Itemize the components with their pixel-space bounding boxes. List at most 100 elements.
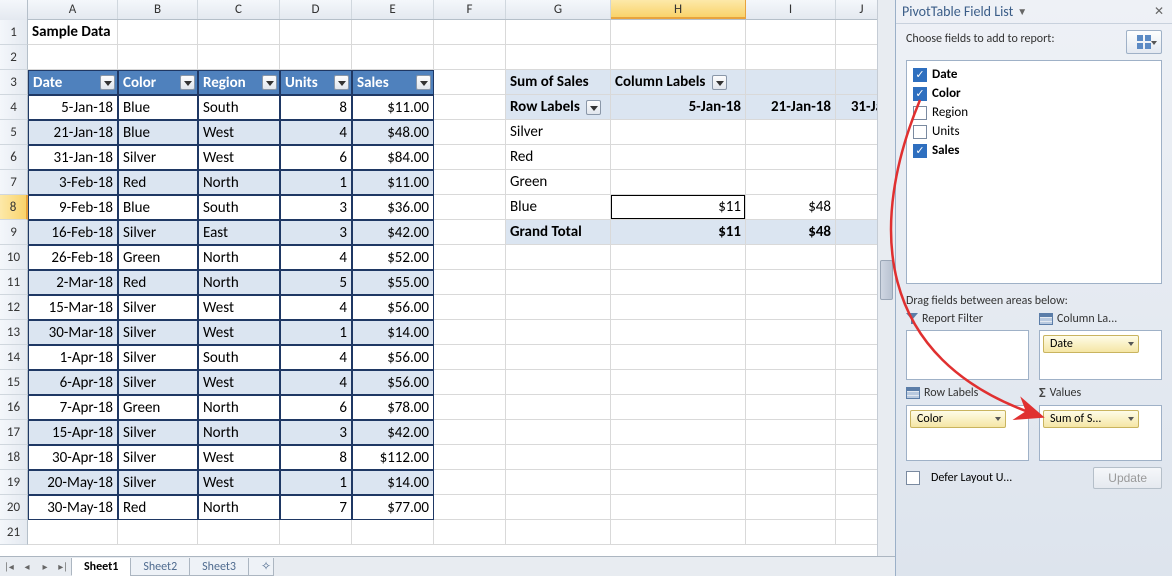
field-item-date[interactable]: ✓Date [913,65,1155,84]
data-cell[interactable]: 20-May-18 [28,470,118,495]
data-cell[interactable]: $42.00 [352,420,434,445]
active-cell[interactable]: $11 [611,195,746,220]
filter-icon[interactable] [416,75,431,90]
sheet-tab-sheet3[interactable]: Sheet3 [189,558,249,576]
data-cell[interactable]: West [198,470,280,495]
column-header-D[interactable]: D [280,0,352,19]
data-cell[interactable]: Silver [118,295,198,320]
data-cell[interactable]: 30-Apr-18 [28,445,118,470]
row-header-14[interactable]: 14 [0,345,28,370]
data-cell[interactable]: 7 [280,495,352,520]
data-cell[interactable]: $78.00 [352,395,434,420]
data-cell[interactable]: West [198,145,280,170]
data-cell[interactable]: North [198,245,280,270]
row-header-4[interactable]: 4 [0,95,28,120]
data-cell[interactable]: 3 [280,220,352,245]
data-cell[interactable]: 1 [280,470,352,495]
data-cell[interactable]: Blue [118,195,198,220]
row-header-10[interactable]: 10 [0,245,28,270]
data-cell[interactable]: Red [118,170,198,195]
data-cell[interactable]: North [198,420,280,445]
pivot-value-cell[interactable]: $48 [746,195,836,220]
pivot-date-header[interactable]: 21-Jan-18 [746,95,836,120]
row-labels-area[interactable]: Color [906,405,1029,461]
data-cell[interactable]: 4 [280,295,352,320]
pivot-row-label[interactable]: Blue [506,195,611,220]
tab-nav-last[interactable]: ▸| [54,558,72,576]
data-cell[interactable]: 3 [280,195,352,220]
data-cell[interactable]: Silver [118,470,198,495]
row-header-11[interactable]: 11 [0,270,28,295]
data-cell[interactable]: 16-Feb-18 [28,220,118,245]
panel-dropdown-icon[interactable]: ▼ [1017,5,1027,18]
tab-nav-next[interactable]: ▸ [36,558,54,576]
field-list[interactable]: ✓Date✓ColorRegionUnits✓Sales [906,60,1162,284]
table-header-region[interactable]: Region [198,70,280,95]
chip-color[interactable]: Color [910,410,1006,428]
defer-checkbox[interactable] [906,471,920,485]
data-cell[interactable]: North [198,495,280,520]
pivot-sum-label[interactable]: Sum of Sales [506,70,611,95]
pivot-row-label[interactable]: Red [506,145,611,170]
tab-nav-first[interactable]: |◂ [0,558,18,576]
data-cell[interactable]: Silver [118,345,198,370]
row-header-18[interactable]: 18 [0,445,28,470]
pivot-row-label[interactable]: Green [506,170,611,195]
data-cell[interactable]: West [198,120,280,145]
field-item-units[interactable]: Units [913,122,1155,141]
data-cell[interactable]: 4 [280,120,352,145]
cell[interactable]: 8 [280,95,352,120]
column-header-A[interactable]: A [28,0,118,19]
layout-options-button[interactable] [1126,30,1162,54]
data-cell[interactable]: North [198,270,280,295]
cell[interactable]: 5-Jan-18 [28,95,118,120]
data-cell[interactable]: $84.00 [352,145,434,170]
cell[interactable]: Blue [118,95,198,120]
data-cell[interactable]: 31-Jan-18 [28,145,118,170]
data-cell[interactable]: West [198,445,280,470]
column-labels-area[interactable]: Date [1039,330,1162,380]
row-header-16[interactable]: 16 [0,395,28,420]
sheet-tab-sheet2[interactable]: Sheet2 [130,558,190,576]
pivot-date-header[interactable]: 5-Jan-18 [611,95,746,120]
data-cell[interactable]: 6-Apr-18 [28,370,118,395]
data-cell[interactable]: West [198,320,280,345]
data-cell[interactable]: 6 [280,145,352,170]
data-cell[interactable]: Blue [118,120,198,145]
table-header-sales[interactable]: Sales [352,70,434,95]
data-cell[interactable]: 3-Feb-18 [28,170,118,195]
data-cell[interactable]: 15-Apr-18 [28,420,118,445]
data-cell[interactable]: $56.00 [352,345,434,370]
data-cell[interactable]: 30-May-18 [28,495,118,520]
row-header-20[interactable]: 20 [0,495,28,520]
data-cell[interactable]: West [198,370,280,395]
data-cell[interactable]: Red [118,495,198,520]
report-filter-area[interactable] [906,330,1029,380]
spreadsheet-grid[interactable]: ABCDEFGHIJ 1Sample Data23DateColorRegion… [0,0,895,576]
data-cell[interactable]: $11.00 [352,170,434,195]
data-cell[interactable]: $56.00 [352,370,434,395]
data-cell[interactable]: 4 [280,245,352,270]
data-cell[interactable]: $36.00 [352,195,434,220]
data-cell[interactable]: 1 [280,170,352,195]
new-sheet-button[interactable]: ✧ [248,558,274,576]
pivot-grand-total[interactable]: $48 [746,220,836,245]
data-cell[interactable]: 4 [280,345,352,370]
tab-nav-prev[interactable]: ◂ [18,558,36,576]
data-cell[interactable]: 5 [280,270,352,295]
values-area[interactable]: Sum of S... [1039,405,1162,461]
table-header-units[interactable]: Units [280,70,352,95]
row-header-5[interactable]: 5 [0,120,28,145]
vertical-scrollbar[interactable] [877,0,895,576]
data-cell[interactable]: 30-Mar-18 [28,320,118,345]
data-cell[interactable]: $48.00 [352,120,434,145]
data-cell[interactable]: South [198,345,280,370]
data-cell[interactable]: 8 [280,445,352,470]
row-header-15[interactable]: 15 [0,370,28,395]
data-cell[interactable]: $14.00 [352,320,434,345]
field-item-color[interactable]: ✓Color [913,84,1155,103]
chip-sum[interactable]: Sum of S... [1043,410,1139,428]
cell[interactable]: $11.00 [352,95,434,120]
data-cell[interactable]: Silver [118,220,198,245]
checkbox[interactable]: ✓ [913,87,927,101]
